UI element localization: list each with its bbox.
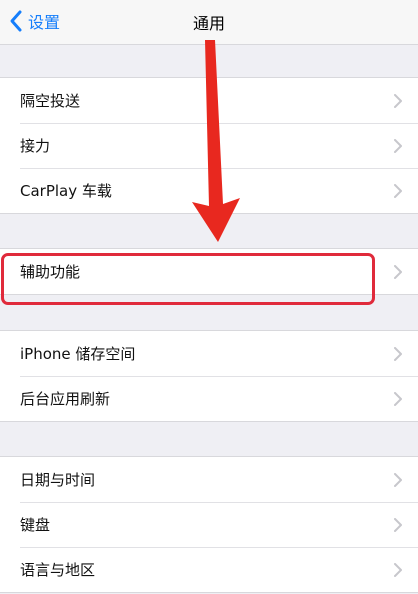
chevron-right-icon <box>394 346 402 361</box>
settings-group-3: iPhone 储存空间 后台应用刷新 <box>0 330 418 422</box>
chevron-right-icon <box>394 391 402 406</box>
settings-item-label: iPhone 储存空间 <box>20 345 136 363</box>
chevron-right-icon <box>394 138 402 153</box>
settings-item-background-refresh[interactable]: 后台应用刷新 <box>0 376 418 421</box>
chevron-right-icon <box>394 517 402 532</box>
chevron-right-icon <box>394 472 402 487</box>
settings-item-label: 辅助功能 <box>20 263 81 281</box>
settings-group-1: 隔空投送 接力 CarPlay 车载 <box>0 77 418 214</box>
settings-item-handoff[interactable]: 接力 <box>0 123 418 168</box>
settings-item-carplay[interactable]: CarPlay 车载 <box>0 168 418 213</box>
settings-group-2: 辅助功能 <box>0 248 418 295</box>
settings-item-language-region[interactable]: 语言与地区 <box>0 547 418 592</box>
chevron-right-icon <box>394 93 402 108</box>
settings-item-label: 后台应用刷新 <box>20 390 111 408</box>
settings-group-4: 日期与时间 键盘 语言与地区 <box>0 456 418 593</box>
settings-item-keyboard[interactable]: 键盘 <box>0 502 418 547</box>
chevron-right-icon <box>394 562 402 577</box>
settings-item-label: 隔空投送 <box>20 92 81 110</box>
navigation-bar: 设置 通用 <box>0 0 418 45</box>
settings-item-label: 日期与时间 <box>20 471 96 489</box>
settings-item-accessibility[interactable]: 辅助功能 <box>0 249 418 294</box>
chevron-right-icon <box>394 183 402 198</box>
chevron-right-icon <box>394 264 402 279</box>
settings-item-label: 接力 <box>20 137 51 155</box>
settings-item-label: CarPlay 车载 <box>20 182 112 200</box>
settings-item-date-time[interactable]: 日期与时间 <box>0 457 418 502</box>
settings-item-label: 语言与地区 <box>20 561 96 579</box>
settings-item-label: 键盘 <box>20 516 51 534</box>
settings-item-iphone-storage[interactable]: iPhone 储存空间 <box>0 331 418 376</box>
settings-item-airdrop[interactable]: 隔空投送 <box>0 78 418 123</box>
page-title: 通用 <box>192 14 225 33</box>
